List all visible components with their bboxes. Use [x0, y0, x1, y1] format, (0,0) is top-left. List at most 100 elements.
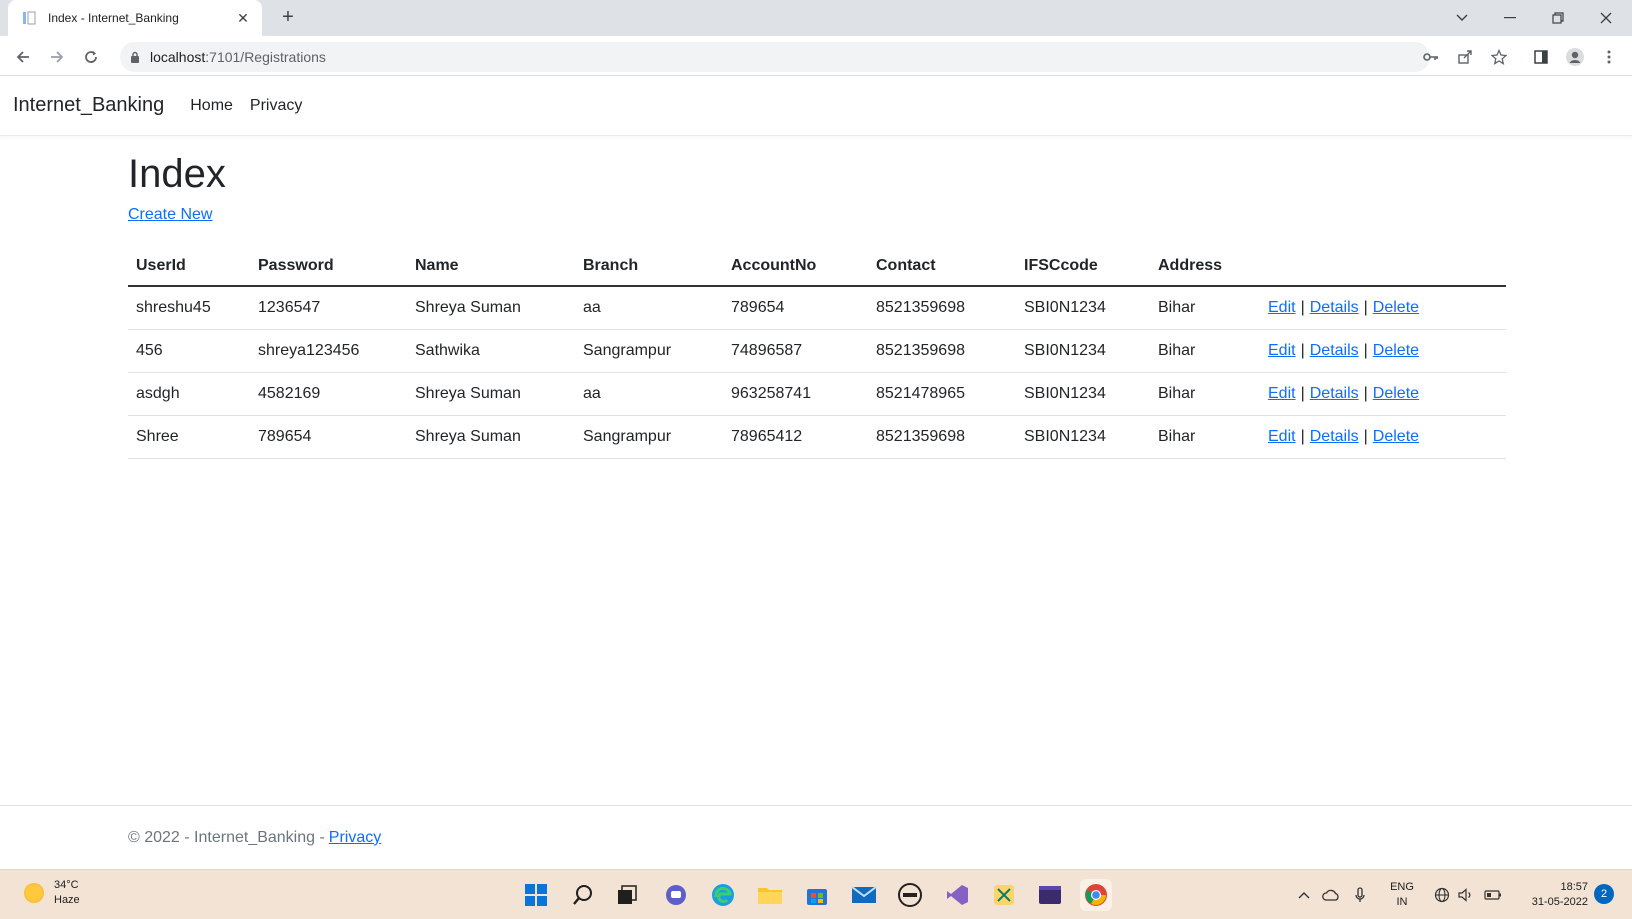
cell-ifsccode: SBI0N1234 — [1016, 415, 1150, 459]
task-view-icon[interactable] — [611, 879, 643, 911]
system-clock[interactable]: 18:57 31-05-2022 — [1512, 880, 1588, 910]
edit-link[interactable]: Edit — [1268, 342, 1296, 359]
header-accountno: AccountNo — [723, 249, 868, 287]
url-host: localhost — [150, 49, 206, 65]
weather-temperature: 34°C — [54, 879, 79, 891]
key-icon[interactable] — [1420, 46, 1442, 68]
header-address: Address — [1150, 249, 1260, 287]
clock-time: 18:57 — [1560, 881, 1588, 893]
browser-toolbar: localhost:7101/Registrations — [0, 36, 1632, 76]
nav-link-home[interactable]: Home — [190, 97, 233, 115]
url-text: localhost:7101/Registrations — [150, 49, 326, 65]
cell-userid: asdgh — [128, 372, 250, 416]
terminal-icon[interactable] — [1034, 879, 1066, 911]
cell-userid: Shree — [128, 415, 250, 459]
profile-avatar-icon[interactable] — [1564, 46, 1586, 68]
edit-link[interactable]: Edit — [1268, 299, 1296, 316]
table-header-row: UserId Password Name Branch AccountNo Co… — [128, 249, 1506, 287]
edge-browser-icon[interactable] — [707, 879, 739, 911]
mail-icon[interactable] — [848, 879, 880, 911]
browser-tab[interactable]: Index - Internet_Banking ✕ — [8, 0, 262, 36]
main-content: Index Create New UserId Password Name Br… — [128, 150, 1506, 459]
cell-name: Shreya Suman — [407, 286, 575, 330]
weather-widget[interactable]: 34°C Haze — [24, 878, 80, 908]
registrations-table: UserId Password Name Branch AccountNo Co… — [128, 249, 1506, 459]
browser-menu-icon[interactable] — [1598, 46, 1620, 68]
details-link[interactable]: Details — [1310, 342, 1359, 359]
cell-branch: Sangrampur — [575, 415, 723, 459]
cell-accountno: 963258741 — [723, 372, 868, 416]
microsoft-store-icon[interactable] — [801, 879, 833, 911]
row-actions: Edit | Details | Delete — [1260, 372, 1506, 416]
cell-ifsccode: SBI0N1234 — [1016, 286, 1150, 330]
teams-chat-icon[interactable] — [660, 879, 692, 911]
language-code: ENG — [1390, 881, 1414, 893]
close-tab-icon[interactable]: ✕ — [234, 10, 252, 27]
minimize-window-icon[interactable] — [1488, 4, 1532, 32]
edit-link[interactable]: Edit — [1268, 385, 1296, 402]
new-tab-button[interactable]: + — [276, 6, 300, 30]
page-favicon-icon — [22, 10, 38, 26]
site-footer: © 2022 - Internet_Banking - Privacy — [0, 805, 1632, 869]
cell-ifsccode: SBI0N1234 — [1016, 329, 1150, 373]
table-row: shreshu45 1236547 Shreya Suman aa 789654… — [128, 286, 1506, 330]
lock-icon — [130, 51, 140, 63]
windows-taskbar: 34°C Haze ENG IN 18:57 31-05-2022 2 — [0, 869, 1632, 919]
restore-window-icon[interactable] — [1536, 4, 1580, 32]
close-window-icon[interactable] — [1584, 4, 1628, 32]
share-icon[interactable] — [1454, 46, 1476, 68]
details-link[interactable]: Details — [1310, 385, 1359, 402]
header-contact: Contact — [868, 249, 1016, 287]
details-link[interactable]: Details — [1310, 428, 1359, 445]
onedrive-cloud-icon[interactable] — [1320, 885, 1342, 905]
notification-badge[interactable]: 2 — [1594, 884, 1614, 904]
delete-link[interactable]: Delete — [1373, 385, 1419, 402]
cell-contact: 8521359698 — [868, 415, 1016, 459]
cell-accountno: 78965412 — [723, 415, 868, 459]
header-userid: UserId — [128, 249, 250, 287]
brand-link[interactable]: Internet_Banking — [13, 94, 164, 117]
footer-copyright: © 2022 - Internet_Banking - — [128, 828, 325, 846]
network-globe-icon[interactable] — [1432, 885, 1452, 905]
cell-contact: 8521478965 — [868, 372, 1016, 416]
chrome-icon[interactable] — [1080, 879, 1112, 911]
header-name: Name — [407, 249, 575, 287]
microphone-icon[interactable] — [1350, 885, 1370, 905]
windows-start-icon[interactable] — [520, 879, 552, 911]
cell-accountno: 74896587 — [723, 329, 868, 373]
action-separator: | — [1300, 385, 1305, 402]
region-code: IN — [1396, 896, 1408, 908]
delete-link[interactable]: Delete — [1373, 299, 1419, 316]
snipping-tool-icon[interactable] — [988, 879, 1020, 911]
delete-link[interactable]: Delete — [1373, 342, 1419, 359]
side-panel-icon[interactable] — [1530, 46, 1552, 68]
cell-address: Bihar — [1150, 329, 1260, 373]
battery-icon[interactable] — [1482, 885, 1504, 905]
input-language-indicator[interactable]: ENG IN — [1382, 880, 1422, 910]
visual-studio-icon[interactable] — [941, 879, 973, 911]
nav-link-privacy[interactable]: Privacy — [250, 97, 302, 115]
dell-icon[interactable] — [894, 879, 926, 911]
row-actions: Edit | Details | Delete — [1260, 286, 1506, 330]
create-new-link[interactable]: Create New — [128, 206, 212, 224]
edit-link[interactable]: Edit — [1268, 428, 1296, 445]
cell-contact: 8521359698 — [868, 329, 1016, 373]
delete-link[interactable]: Delete — [1373, 428, 1419, 445]
cell-name: Sathwika — [407, 329, 575, 373]
tab-search-chevron-icon[interactable] — [1440, 4, 1484, 32]
action-separator: | — [1363, 385, 1368, 402]
reload-icon[interactable] — [78, 44, 104, 70]
bookmark-star-icon[interactable] — [1488, 46, 1510, 68]
show-hidden-icons-chevron-icon[interactable] — [1296, 885, 1312, 905]
forward-arrow-icon[interactable] — [44, 44, 70, 70]
volume-speaker-icon[interactable] — [1456, 885, 1476, 905]
search-icon[interactable] — [567, 879, 599, 911]
footer-privacy-link[interactable]: Privacy — [329, 829, 381, 847]
cell-address: Bihar — [1150, 415, 1260, 459]
details-link[interactable]: Details — [1310, 299, 1359, 316]
address-bar[interactable]: localhost:7101/Registrations — [120, 42, 1430, 72]
cell-name: Shreya Suman — [407, 415, 575, 459]
sun-haze-icon — [24, 883, 44, 903]
file-explorer-icon[interactable] — [754, 879, 786, 911]
back-arrow-icon[interactable] — [10, 44, 36, 70]
